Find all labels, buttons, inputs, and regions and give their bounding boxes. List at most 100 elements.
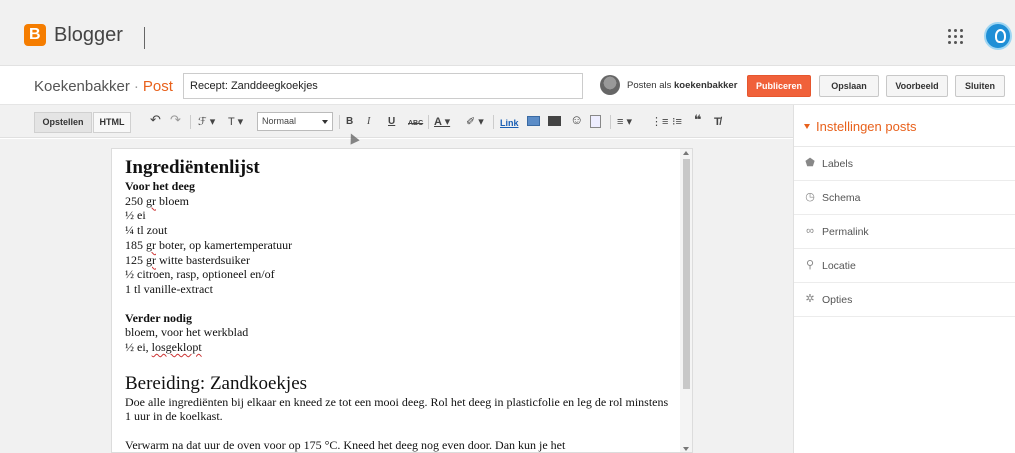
location-pin-icon: ⚲ [805, 259, 815, 271]
caret-down-icon [804, 124, 810, 129]
post-body-content[interactable]: Ingrediëntenlijst Voor het deeg 250 gr b… [125, 153, 670, 453]
close-button[interactable]: Sluiten [955, 75, 1005, 97]
jump-break-icon[interactable] [590, 115, 601, 128]
toolbar-separator [610, 115, 611, 129]
blog-name[interactable]: Koekenbakker [34, 78, 130, 95]
bullet-list-icon[interactable]: ⁝≡ [672, 116, 682, 128]
ingredient-text: 250 [125, 193, 146, 208]
posting-as-label: Posten als koekenbakker [627, 80, 737, 91]
html-mode-button[interactable]: HTML [93, 112, 131, 133]
gear-icon: ✲ [805, 293, 815, 305]
blogger-logo-icon[interactable]: B [24, 24, 46, 46]
post-body-editor[interactable]: Ingrediëntenlijst Voor het deeg 250 gr b… [111, 148, 693, 453]
breadcrumb-section: Post [142, 78, 173, 95]
ingredient-text: bloem [156, 193, 189, 208]
text-color-icon[interactable]: A ▾ [434, 116, 450, 128]
ingredient-item: 185 gr boter, op kamertemperatuur [125, 238, 670, 253]
ingredient-item: 1 tl vanille-extract [125, 282, 670, 297]
quote-icon[interactable]: ❝ [694, 113, 702, 126]
sidebar-item-label: Schema [822, 192, 861, 204]
compose-mode-button[interactable]: Opstellen [34, 112, 92, 133]
user-avatar [600, 75, 620, 95]
align-icon[interactable]: ≡ ▾ [617, 116, 632, 128]
editor-scrollbar[interactable] [680, 149, 692, 452]
clock-icon: ◷ [805, 191, 815, 203]
editor-toolbar: Opstellen HTML ↶ ↷ ℱ ▾ T ▾ Normaal B I U… [0, 105, 793, 138]
insert-video-icon[interactable] [548, 116, 561, 126]
bold-icon[interactable]: B [346, 116, 353, 128]
ingredient-item: 125 gr witte basterdsuiker [125, 253, 670, 268]
dough-subheading: Voor het deeg [125, 179, 195, 193]
redo-icon[interactable]: ↷ [170, 113, 181, 126]
ingredient-item: ½ citroen, rasp, optioneel en/of [125, 267, 670, 282]
sidebar-item-locatie[interactable]: ⚲ Locatie [794, 249, 1015, 283]
extra-subheading: Verder nodig [125, 310, 193, 325]
post-settings-title: Instellingen posts [816, 119, 917, 134]
italic-icon[interactable]: I [367, 116, 370, 128]
sidebar-item-schema[interactable]: ◷ Schema [794, 181, 1015, 215]
preparation-paragraph: Verwarm na dat uur de oven voor op 175 °… [125, 438, 566, 453]
link-icon: ∞ [806, 225, 814, 237]
toolbar-separator [428, 115, 429, 129]
preparation-paragraph: Doe alle ingrediënten bij elkaar en knee… [125, 394, 669, 424]
publish-button[interactable]: Publiceren [747, 75, 811, 97]
toolbar-separator [493, 115, 494, 129]
preview-button[interactable]: Voorbeeld [886, 75, 948, 97]
scroll-up-icon[interactable] [683, 151, 689, 155]
header-divider [144, 27, 145, 49]
font-family-icon[interactable]: ℱ ▾ [198, 116, 215, 128]
ingredient-item: ½ ei [125, 208, 670, 223]
save-button[interactable]: Opslaan [819, 75, 879, 97]
toolbar-separator [190, 115, 191, 129]
post-settings-header[interactable]: Instellingen posts [794, 105, 1015, 147]
sidebar-item-label: Opties [822, 294, 853, 306]
post-header: Koekenbakker·Post Posten als koekenbakke… [0, 67, 1015, 105]
posting-as-prefix: Posten als [627, 80, 672, 91]
posting-as-user: koekenbakker [674, 80, 738, 91]
sidebar-item-label: Locatie [822, 260, 856, 272]
undo-icon[interactable]: ↶ [150, 113, 161, 126]
sidebar-item-labels[interactable]: ⬟ Labels [794, 147, 1015, 181]
clear-formatting-icon[interactable]: T̸ [714, 116, 721, 128]
paragraph-style-select[interactable]: Normaal [257, 112, 333, 131]
sidebar-item-label: Permalink [822, 226, 869, 238]
post-settings-sidebar: Instellingen posts ⬟ Labels ◷ Schema ∞ Permal… [793, 105, 1015, 453]
insert-link-button[interactable]: Link [500, 117, 519, 129]
ingredient-text: witte basterdsuiker [156, 252, 250, 267]
ingredient-item: ¼ tl zout [125, 223, 670, 238]
apps-grid-icon[interactable] [948, 29, 964, 45]
font-size-icon[interactable]: T ▾ [228, 116, 243, 128]
strikethrough-icon[interactable]: ABC [408, 118, 423, 130]
extra-item: bloem, voor het werkblad [125, 325, 249, 340]
breadcrumb-separator: · [133, 78, 139, 95]
spelling-flag: gr [146, 252, 156, 267]
spelling-flag: gr [146, 193, 156, 208]
sidebar-item-permalink[interactable]: ∞ Permalink [794, 215, 1015, 249]
ingredient-text: ¼ tl zout [125, 223, 168, 238]
scroll-thumb[interactable] [683, 159, 690, 389]
ingredient-list: 250 gr bloem ½ ei ¼ tl zout 185 gr boter, o… [125, 194, 670, 297]
ingredient-text: boter, op kamertemperatuur [156, 237, 293, 252]
numbered-list-icon[interactable]: ⋮≡ [651, 116, 668, 128]
ingredients-heading: Ingrediëntenlijst [125, 157, 260, 178]
insert-image-icon[interactable] [527, 116, 540, 126]
label-icon: ⬟ [805, 157, 815, 169]
highlight-color-icon[interactable]: ✐ ▾ [466, 116, 484, 128]
ingredient-text: ½ citroen, rasp, optioneel en/of [125, 267, 275, 282]
ingredient-text: 185 [125, 237, 146, 252]
emoji-icon[interactable]: ☺ [570, 113, 583, 126]
extra-item-text: ½ ei, [125, 340, 152, 355]
sidebar-item-label: Labels [822, 158, 853, 170]
ingredient-text: ½ ei [125, 208, 146, 223]
brand-name[interactable]: Blogger [54, 24, 123, 47]
account-avatar[interactable] [984, 22, 1012, 50]
underline-icon[interactable]: U [388, 116, 395, 128]
post-title-input[interactable] [183, 73, 583, 99]
scroll-down-icon[interactable] [683, 447, 689, 451]
breadcrumb: Koekenbakker · Post [34, 78, 173, 95]
sidebar-item-opties[interactable]: ✲ Opties [794, 283, 1015, 317]
ingredient-item: 250 gr bloem [125, 194, 670, 209]
